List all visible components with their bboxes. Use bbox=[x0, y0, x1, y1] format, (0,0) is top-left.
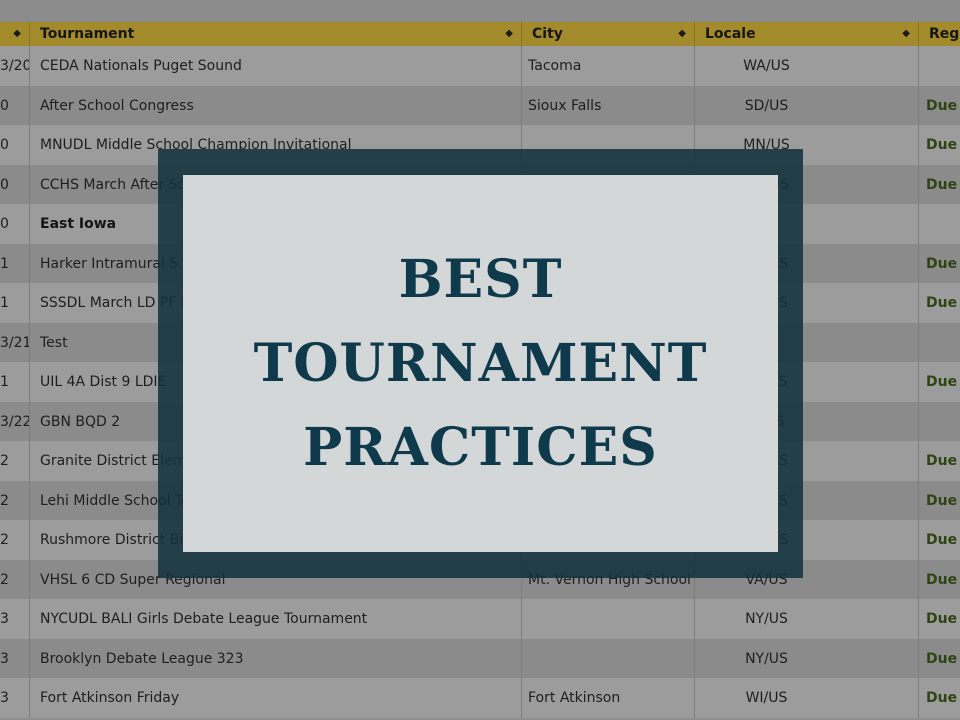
row-tournament-name[interactable]: After School Congress bbox=[30, 85, 522, 125]
row-date: 2 bbox=[0, 559, 30, 599]
locale-header-label: Locale bbox=[705, 26, 756, 42]
row-registration-status: Due bbox=[926, 295, 958, 311]
table-header: ◆ Tournament ◆ City ◆ Locale ◆ Regis bbox=[0, 22, 960, 46]
headline-line-3: PRACTICES bbox=[303, 417, 658, 478]
headline-line-2: TOURNAMENT bbox=[253, 333, 708, 394]
row-registration-status bbox=[919, 46, 960, 86]
row-date: 2 bbox=[0, 520, 30, 560]
row-city: Sioux Falls bbox=[522, 85, 695, 125]
row-registration-status: Due bbox=[926, 374, 958, 390]
row-registration-status: Due bbox=[926, 453, 958, 469]
row-date: 1 bbox=[0, 283, 30, 323]
headline-line-1: BEST bbox=[398, 249, 563, 310]
row-registration-status: Due bbox=[926, 650, 958, 667]
row-date: 3/21 bbox=[0, 322, 30, 362]
row-locale: SD/US bbox=[695, 85, 919, 125]
row-date: 0 bbox=[0, 85, 30, 125]
row-date: 3/22 bbox=[0, 401, 30, 441]
row-locale: NY/US bbox=[695, 638, 919, 678]
sort-updown-icon[interactable]: ◆ bbox=[902, 22, 910, 46]
row-locale: NY/US bbox=[695, 599, 919, 639]
row-date: 3/20 bbox=[0, 46, 30, 86]
table-row[interactable]: 3/20 CEDA Nationals Puget Sound Tacoma WA/U… bbox=[0, 46, 960, 86]
row-date: 3 bbox=[0, 678, 30, 718]
table-row[interactable]: 0 After School Congress Sioux Falls SD/US Du… bbox=[0, 85, 960, 125]
row-date: 3 bbox=[0, 599, 30, 639]
row-date: 1 bbox=[0, 243, 30, 283]
city-header-label: City bbox=[532, 26, 563, 42]
row-registration-status: Due bbox=[926, 97, 958, 114]
row-date: 1 bbox=[0, 362, 30, 402]
row-registration-status: Due bbox=[926, 255, 958, 272]
date-column-header[interactable]: ◆ bbox=[0, 22, 30, 46]
row-registration-status: Due bbox=[926, 137, 958, 153]
locale-column-header[interactable]: Locale ◆ bbox=[695, 22, 919, 46]
table-row[interactable]: 3 Brooklyn Debate League 323 NY/US Due bbox=[0, 638, 960, 678]
row-city: Tacoma bbox=[522, 46, 695, 86]
row-registration-status bbox=[919, 402, 960, 442]
row-city bbox=[522, 599, 695, 639]
row-city: Fort Atkinson bbox=[522, 678, 695, 718]
row-date: 0 bbox=[0, 164, 30, 204]
row-registration-status: Due bbox=[926, 492, 958, 509]
row-tournament-name[interactable]: CEDA Nationals Puget Sound bbox=[30, 46, 522, 86]
row-date: 3 bbox=[0, 638, 30, 678]
overlay-headline: BEST TOURNAMENT PRACTICES bbox=[183, 238, 778, 490]
row-date: 0 bbox=[0, 204, 30, 244]
row-registration-status bbox=[919, 323, 960, 363]
row-tournament-name[interactable]: Brooklyn Debate League 323 bbox=[30, 638, 522, 678]
row-locale: WI/US bbox=[695, 678, 919, 718]
row-tournament-name[interactable]: Fort Atkinson Friday bbox=[30, 678, 522, 718]
row-locale: WA/US bbox=[695, 46, 919, 86]
sort-updown-icon[interactable]: ◆ bbox=[678, 22, 686, 46]
row-date: 2 bbox=[0, 480, 30, 520]
sort-updown-icon[interactable]: ◆ bbox=[505, 22, 513, 46]
row-registration-status: Due bbox=[926, 611, 958, 627]
table-row[interactable]: 3 Fort Atkinson Friday Fort Atkinson WI/US D… bbox=[0, 678, 960, 718]
row-tournament-name[interactable]: NYCUDL BALI Girls Debate League Tourname… bbox=[30, 599, 522, 639]
row-registration-status: Due bbox=[926, 690, 958, 706]
row-date: 2 bbox=[0, 441, 30, 481]
row-registration-status: Due bbox=[926, 532, 958, 548]
sort-updown-icon[interactable]: ◆ bbox=[13, 22, 21, 46]
row-registration-status bbox=[919, 204, 960, 244]
row-registration-status: Due bbox=[926, 571, 958, 588]
tournament-header-label: Tournament bbox=[40, 26, 135, 42]
row-city bbox=[522, 638, 695, 678]
row-registration-status: Due bbox=[926, 176, 958, 193]
city-column-header[interactable]: City ◆ bbox=[522, 22, 695, 46]
registration-header-label: Regis bbox=[929, 26, 960, 42]
table-row[interactable]: 3 NYCUDL BALI Girls Debate League Tournam… bbox=[0, 599, 960, 639]
tournament-column-header[interactable]: Tournament ◆ bbox=[30, 22, 522, 46]
top-strip bbox=[0, 0, 960, 22]
registration-column-header[interactable]: Regis bbox=[919, 22, 960, 46]
row-date: 0 bbox=[0, 125, 30, 165]
